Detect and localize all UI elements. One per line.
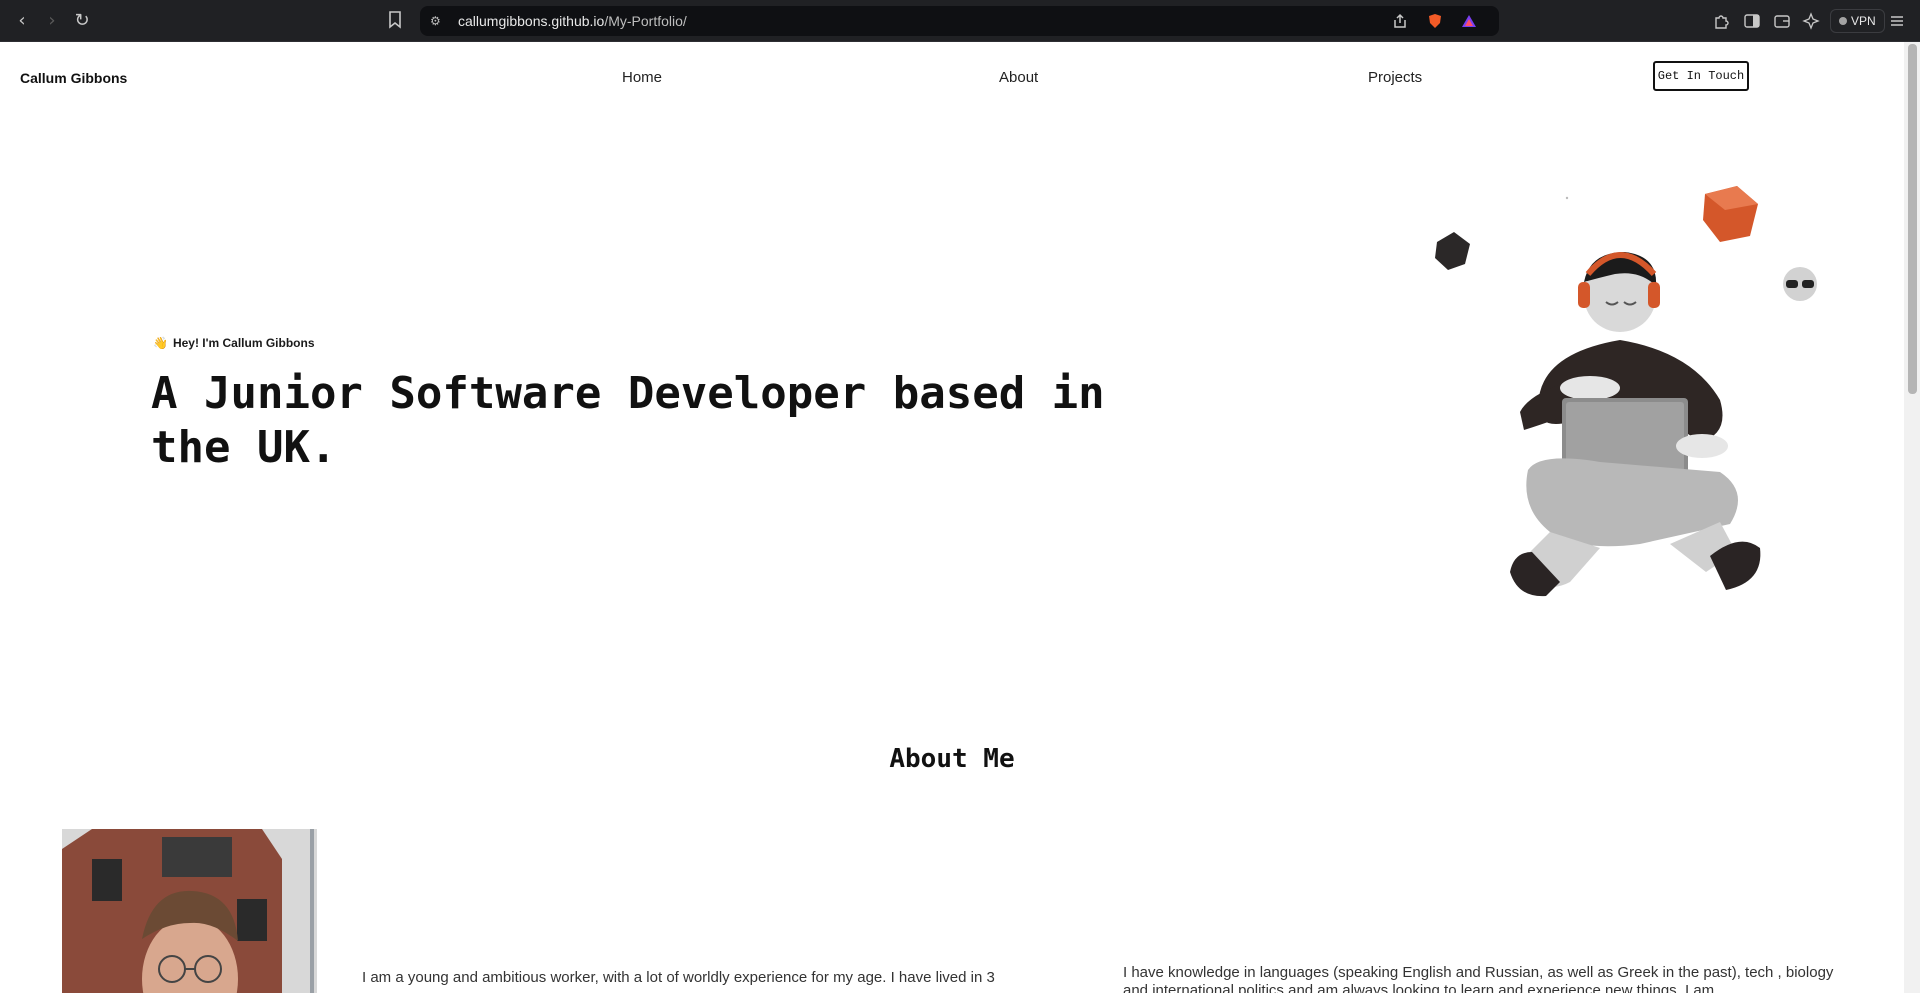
hero-greeting: 👋 Hey! I'm Callum Gibbons [153, 336, 315, 350]
vpn-status-icon [1839, 17, 1847, 25]
brave-shields-icon[interactable] [1427, 13, 1443, 29]
url-host: callumgibbons.github.io [458, 13, 605, 29]
leo-ai-icon[interactable] [1802, 12, 1820, 30]
sidebar-icon[interactable] [1743, 12, 1761, 30]
site-settings-icon[interactable]: ⚙ [430, 13, 446, 29]
url-text: callumgibbons.github.io/My-Portfolio/ [458, 13, 687, 29]
nav-projects[interactable]: Projects [1368, 69, 1422, 86]
character-figure [1510, 252, 1761, 597]
extensions-icon[interactable] [1712, 12, 1730, 30]
address-bar[interactable]: ⚙ callumgibbons.github.io/My-Portfolio/ [420, 6, 1499, 36]
get-in-touch-button[interactable]: Get In Touch [1653, 61, 1749, 91]
hero-headline: A Junior Software Developer based in the… [151, 368, 1105, 473]
sunglasses-emoji-icon [1783, 267, 1817, 301]
url-path: /My-Portfolio/ [604, 13, 687, 29]
floating-orange-cube-icon [1703, 186, 1758, 242]
page-scrollbar[interactable] [1904, 42, 1920, 993]
back-icon[interactable]: ‹ [10, 9, 34, 33]
site-brand[interactable]: Callum Gibbons [20, 70, 127, 86]
vpn-label: VPN [1851, 14, 1876, 28]
forward-icon[interactable]: › [40, 9, 64, 33]
portfolio-page: Callum Gibbons Home About Projects Get I… [0, 42, 1904, 993]
brave-rewards-icon[interactable] [1461, 13, 1477, 29]
about-section-title: About Me [889, 744, 1015, 774]
about-paragraph-left: I am a young and ambitious worker, with … [362, 969, 995, 986]
waving-hand-icon: 👋 [153, 336, 168, 350]
vpn-button[interactable]: VPN [1830, 9, 1885, 33]
wallet-icon[interactable] [1773, 12, 1791, 30]
browser-toolbar: ‹ › ↻ ⚙ callumgibbons.github.io/My-Portf… [0, 0, 1920, 42]
greeting-text: Hey! I'm Callum Gibbons [172, 336, 315, 350]
reload-icon[interactable]: ↻ [70, 9, 94, 33]
nav-about[interactable]: About [999, 69, 1038, 86]
floating-dark-cube-icon [1435, 232, 1470, 270]
profile-photo [62, 829, 317, 993]
share-icon[interactable] [1392, 13, 1408, 29]
sparkle-dot-icon [1565, 196, 1569, 200]
nav-home[interactable]: Home [622, 69, 662, 86]
scrollbar-thumb[interactable] [1908, 44, 1917, 394]
about-paragraph-right: I have knowledge in languages (speaking … [1123, 964, 1834, 993]
menu-icon[interactable] [1888, 12, 1906, 30]
developer-illustration [1435, 186, 1817, 597]
bookmark-icon[interactable] [388, 11, 402, 29]
